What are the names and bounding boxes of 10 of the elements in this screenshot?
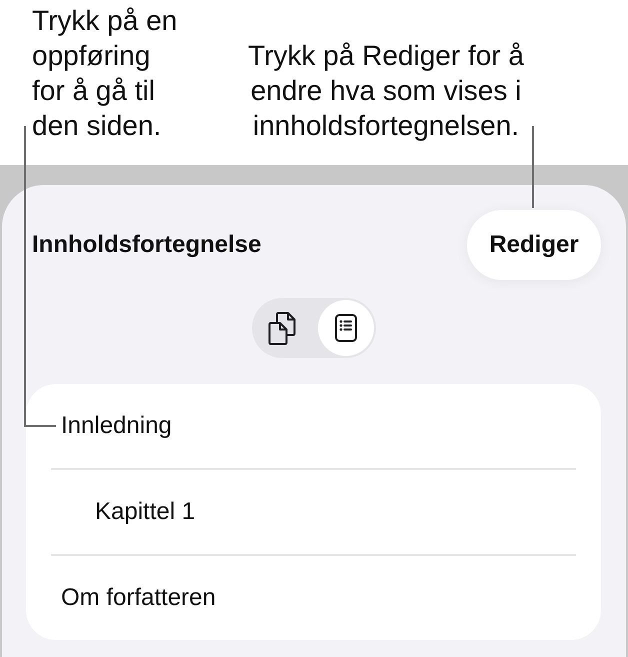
toc-entry[interactable]: Innledning — [26, 384, 601, 468]
toc-entry[interactable]: Kapittel 1 — [26, 470, 601, 554]
sheet-title: Innholdsfortegnelse — [32, 231, 262, 259]
edit-button[interactable]: Rediger — [467, 210, 601, 280]
callout-text: Trykk på Rediger for å endre hva som vises i innholdsfortegnelsen. — [247, 39, 525, 143]
documents-icon — [268, 312, 296, 344]
segment-button[interactable] — [318, 300, 374, 356]
callout-text: Trykk på en oppføring for å gå til den siden. — [32, 4, 178, 143]
list-document-icon — [334, 314, 356, 342]
toc-entry[interactable]: Om forfatteren — [26, 556, 601, 640]
